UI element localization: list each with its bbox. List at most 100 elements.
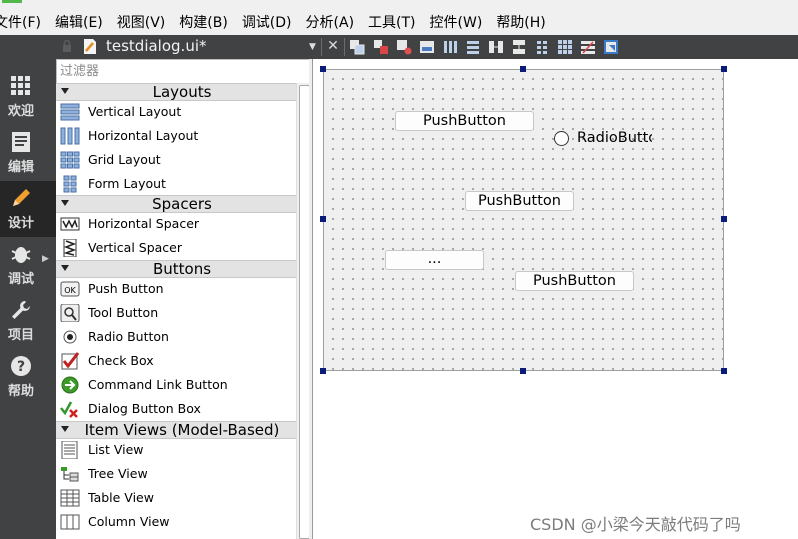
- widget-grid-layout[interactable]: Grid Layout: [56, 148, 296, 172]
- widget-vertical-layout[interactable]: Vertical Layout: [56, 100, 296, 124]
- resize-handle[interactable]: [320, 368, 326, 374]
- command-link-icon: [61, 376, 79, 394]
- close-icon[interactable]: ✕: [325, 37, 341, 55]
- layout-vertical-icon[interactable]: [465, 39, 481, 55]
- chevron-down-icon[interactable]: ▼: [309, 42, 316, 52]
- mode-label: 帮助: [8, 384, 35, 399]
- toolbar-separator: [321, 38, 322, 56]
- layout-v-splitter-icon[interactable]: [511, 39, 527, 55]
- menu-edit[interactable]: 编辑(E): [55, 12, 103, 32]
- menu-help[interactable]: 帮助(H): [496, 12, 545, 32]
- widget-label: Vertical Layout: [88, 104, 182, 119]
- mode-label: 编辑: [8, 160, 35, 175]
- widget-horizontal-spacer[interactable]: Horizontal Spacer: [56, 212, 296, 236]
- mode-design[interactable]: 设计: [0, 181, 56, 237]
- widget-dialog-button-box[interactable]: Dialog Button Box: [56, 397, 296, 421]
- widget-push-button[interactable]: OK Push Button: [56, 277, 296, 301]
- dialog-button-box-icon: [60, 401, 78, 418]
- edit-buddies-icon[interactable]: [396, 39, 412, 55]
- category-spacers[interactable]: Spacers: [56, 195, 296, 213]
- widget-vertical-spacer[interactable]: Vertical Spacer: [56, 236, 296, 260]
- toolbar-separator: [344, 38, 345, 56]
- widget-tree-view[interactable]: Tree View: [56, 462, 296, 486]
- resize-handle[interactable]: [520, 66, 526, 72]
- resize-handle[interactable]: [721, 66, 727, 72]
- widget-label: Command Link Button: [88, 377, 228, 392]
- adjust-size-icon[interactable]: [603, 39, 619, 55]
- widget-command-link-button[interactable]: Command Link Button: [56, 373, 296, 397]
- category-label: Item Views (Model-Based): [84, 421, 280, 439]
- push-button-1[interactable]: PushButton: [395, 111, 534, 131]
- radio-button-label: RadioButton: [577, 130, 652, 146]
- filter-input[interactable]: [60, 62, 300, 81]
- widget-check-box[interactable]: Check Box: [56, 349, 296, 373]
- break-layout-icon[interactable]: [580, 39, 596, 55]
- menu-debug[interactable]: 调试(D): [242, 12, 292, 32]
- menu-widgets[interactable]: 控件(W): [430, 12, 483, 32]
- push-button-icon: OK: [60, 281, 80, 297]
- push-button-3[interactable]: PushButton: [515, 271, 634, 291]
- radio-button[interactable]: RadioButton: [552, 129, 652, 151]
- column-view-icon: [60, 514, 80, 530]
- menu-view[interactable]: 视图(V): [117, 12, 166, 32]
- menu-file[interactable]: 文件(F): [0, 12, 41, 32]
- resize-handle[interactable]: [320, 66, 326, 72]
- horizontal-layout-icon: [60, 127, 80, 145]
- widget-form-layout[interactable]: Form Layout: [56, 172, 296, 196]
- mode-help[interactable]: ? 帮助: [0, 349, 56, 405]
- widget-label: Vertical Spacer: [88, 240, 182, 255]
- expand-arrow-icon: ▶: [42, 254, 49, 264]
- radio-button-icon: [63, 330, 77, 344]
- resize-handle[interactable]: [721, 216, 727, 222]
- edit-signals-icon[interactable]: [373, 39, 389, 55]
- widget-table-view[interactable]: Table View: [56, 486, 296, 510]
- category-layouts[interactable]: Layouts: [56, 83, 296, 101]
- pencil-icon: [13, 189, 30, 206]
- resize-handle[interactable]: [520, 368, 526, 374]
- category-buttons[interactable]: Buttons: [56, 260, 296, 278]
- widget-label: Horizontal Spacer: [88, 216, 200, 231]
- tool-button[interactable]: ...: [385, 250, 484, 270]
- widget-box: Layouts Vertical Layout Horizontal Layou…: [56, 59, 312, 539]
- help-icon: ?: [11, 356, 31, 376]
- mode-selector: 欢迎 编辑 设计 ▶ 调试 项目 ? 帮助: [0, 35, 56, 539]
- layout-h-splitter-icon[interactable]: [488, 39, 504, 55]
- mode-label: 设计: [8, 216, 35, 231]
- edit-tab-order-icon[interactable]: [419, 39, 435, 55]
- mode-edit[interactable]: 编辑: [0, 125, 56, 181]
- edit-widgets-icon[interactable]: [349, 39, 365, 55]
- widget-label: Table View: [88, 490, 154, 505]
- menu-analyze[interactable]: 分析(A): [306, 12, 355, 32]
- layout-form-icon[interactable]: [534, 39, 550, 55]
- resize-handle[interactable]: [320, 216, 326, 222]
- mode-projects[interactable]: 项目: [0, 293, 56, 349]
- edit-doc-icon: [12, 132, 30, 152]
- layout-horizontal-icon[interactable]: [442, 39, 458, 55]
- menu-bar: 文件(F) 编辑(E) 视图(V) 构建(B) 调试(D) 分析(A) 工具(T…: [0, 9, 798, 35]
- widget-radio-button[interactable]: Radio Button: [56, 325, 296, 349]
- radio-circle-icon[interactable]: [554, 131, 569, 146]
- list-view-icon: [61, 441, 78, 459]
- widget-list-view[interactable]: List View: [56, 438, 296, 462]
- layout-grid-icon[interactable]: [557, 39, 573, 55]
- resize-handle[interactable]: [721, 368, 727, 374]
- filter-field[interactable]: [56, 59, 312, 84]
- menu-tools[interactable]: 工具(T): [368, 12, 415, 32]
- document-title[interactable]: testdialog.ui*: [106, 37, 207, 55]
- push-button-2[interactable]: PushButton: [465, 191, 574, 211]
- menu-build[interactable]: 构建(B): [179, 12, 228, 32]
- widget-column-view[interactable]: Column View: [56, 510, 296, 534]
- tool-button-icon: [60, 304, 80, 322]
- mode-debug[interactable]: ▶ 调试: [0, 237, 56, 293]
- form-layout-icon: [63, 175, 77, 193]
- widget-label: List View: [88, 442, 144, 457]
- category-item-views[interactable]: Item Views (Model-Based): [56, 421, 296, 439]
- category-label: Layouts: [152, 83, 212, 101]
- widget-tool-button[interactable]: Tool Button: [56, 301, 296, 325]
- widget-label: Grid Layout: [88, 152, 161, 167]
- widget-label: Push Button: [88, 281, 164, 296]
- mode-label: 欢迎: [8, 104, 35, 119]
- mode-welcome[interactable]: 欢迎: [0, 69, 56, 125]
- widget-horizontal-layout[interactable]: Horizontal Layout: [56, 124, 296, 148]
- check-box-icon: [61, 352, 80, 370]
